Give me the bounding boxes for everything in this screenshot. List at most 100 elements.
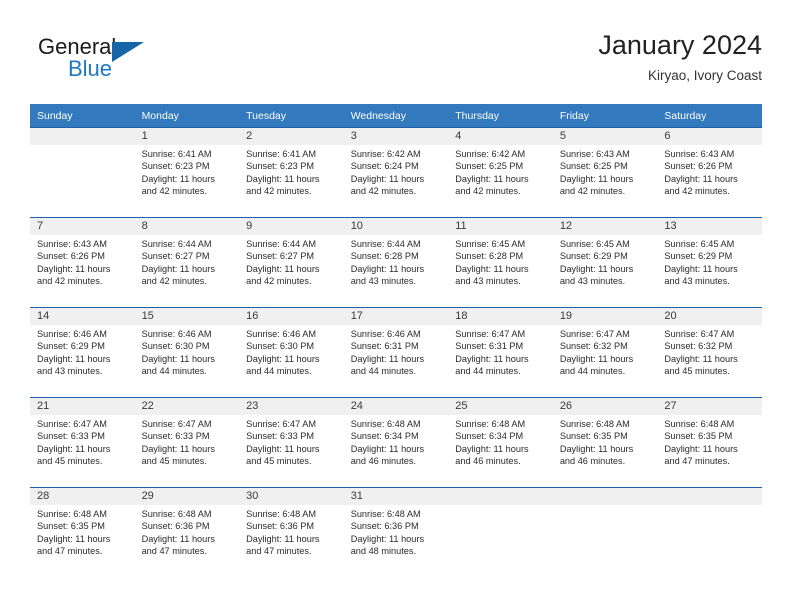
day-cell[interactable]: 16 Sunrise: 6:46 AM Sunset: 6:30 PM Dayligh…	[239, 307, 344, 398]
day-cell[interactable]: 1 Sunrise: 6:41 AM Sunset: 6:23 PM Daylight…	[134, 127, 240, 218]
day-cell[interactable]: 22 Sunrise: 6:47 AM Sunset: 6:33 PM Dayligh…	[134, 397, 240, 488]
sunrise-text: Sunrise: 6:46 AM	[350, 329, 421, 339]
daylight-text-line2: and 45 minutes.	[141, 456, 207, 467]
day-cell[interactable]: 3 Sunrise: 6:42 AM Sunset: 6:24 PM Daylight…	[343, 127, 449, 218]
day-cell[interactable]	[448, 487, 553, 577]
day-number: 26	[552, 398, 658, 415]
day-details: Sunrise: 6:45 AM Sunset: 6:29 PM Daylight:…	[657, 235, 762, 288]
general-blue-logo[interactable]: General Blue	[38, 34, 218, 90]
daylight-text-line2: and 42 minutes.	[246, 186, 312, 197]
sunset-text: Sunset: 6:35 PM	[664, 431, 733, 442]
sunset-text: Sunset: 6:32 PM	[559, 341, 628, 352]
day-cell[interactable]: 12 Sunrise: 6:45 AM Sunset: 6:29 PM Dayligh…	[552, 217, 658, 308]
sunrise-text: Sunrise: 6:44 AM	[350, 239, 421, 249]
day-cell[interactable]: 17 Sunrise: 6:46 AM Sunset: 6:31 PM Dayligh…	[343, 307, 449, 398]
sunset-text: Sunset: 6:36 PM	[246, 521, 315, 532]
day-cell[interactable]: 18 Sunrise: 6:47 AM Sunset: 6:31 PM Dayligh…	[448, 307, 553, 398]
day-cell[interactable]: 9 Sunrise: 6:44 AM Sunset: 6:27 PM Daylight…	[239, 217, 344, 308]
sunrise-text: Sunrise: 6:44 AM	[141, 239, 212, 249]
sunrise-text: Sunrise: 6:48 AM	[455, 419, 526, 429]
day-cell[interactable]: 28 Sunrise: 6:48 AM Sunset: 6:35 PM Dayligh…	[30, 487, 135, 577]
daylight-text-line1: Daylight: 11 hours	[455, 353, 529, 364]
day-number	[30, 128, 135, 145]
logo-text-blue: Blue	[68, 56, 113, 81]
day-number: 1	[134, 128, 240, 145]
day-cell[interactable]	[552, 487, 658, 577]
day-details: Sunrise: 6:42 AM Sunset: 6:25 PM Daylight:…	[448, 145, 553, 198]
daylight-text-line1: Daylight: 11 hours	[664, 353, 738, 364]
day-details: Sunrise: 6:43 AM Sunset: 6:26 PM Daylight:…	[30, 235, 135, 288]
day-details	[553, 505, 658, 508]
sunset-text: Sunset: 6:26 PM	[37, 251, 105, 262]
day-cell[interactable]: 25 Sunrise: 6:48 AM Sunset: 6:34 PM Dayligh…	[448, 397, 553, 488]
day-cell[interactable]: 23 Sunrise: 6:47 AM Sunset: 6:33 PM Dayligh…	[239, 397, 344, 488]
daylight-text-line1: Daylight: 11 hours	[246, 173, 320, 184]
day-number: 21	[30, 398, 135, 415]
sunset-text: Sunset: 6:34 PM	[455, 431, 524, 442]
day-cell[interactable]: 31 Sunrise: 6:48 AM Sunset: 6:36 PM Dayligh…	[343, 487, 449, 577]
day-cell[interactable]: 29 Sunrise: 6:48 AM Sunset: 6:36 PM Dayligh…	[134, 487, 240, 577]
day-number: 19	[552, 308, 658, 325]
daylight-text-line1: Daylight: 11 hours	[141, 533, 215, 544]
day-cell[interactable]: 5 Sunrise: 6:43 AM Sunset: 6:25 PM Daylight…	[552, 127, 658, 218]
day-number: 10	[343, 218, 449, 235]
sunrise-text: Sunrise: 6:45 AM	[455, 239, 526, 249]
day-details	[657, 505, 762, 508]
daylight-text-line2: and 47 minutes.	[246, 546, 312, 557]
day-cell[interactable]: 6 Sunrise: 6:43 AM Sunset: 6:26 PM Daylight…	[657, 127, 762, 218]
sunset-text: Sunset: 6:28 PM	[455, 251, 524, 262]
day-number: 29	[134, 488, 240, 505]
day-cell[interactable]: 13 Sunrise: 6:45 AM Sunset: 6:29 PM Dayligh…	[657, 217, 762, 308]
day-cell[interactable]: 27 Sunrise: 6:48 AM Sunset: 6:35 PM Dayligh…	[657, 397, 762, 488]
day-cell[interactable]: 10 Sunrise: 6:44 AM Sunset: 6:28 PM Dayligh…	[343, 217, 449, 308]
day-cell[interactable]: 15 Sunrise: 6:46 AM Sunset: 6:30 PM Dayligh…	[134, 307, 240, 398]
sunrise-text: Sunrise: 6:45 AM	[664, 239, 735, 249]
daylight-text-line2: and 43 minutes.	[559, 276, 626, 287]
day-cell[interactable]: 20 Sunrise: 6:47 AM Sunset: 6:32 PM Dayligh…	[657, 307, 762, 398]
day-details: Sunrise: 6:48 AM Sunset: 6:36 PM Daylight:…	[239, 505, 344, 558]
day-number: 11	[448, 218, 553, 235]
daylight-text-line2: and 45 minutes.	[664, 366, 730, 377]
sunset-text: Sunset: 6:36 PM	[141, 521, 210, 532]
daylight-text-line1: Daylight: 11 hours	[559, 443, 634, 454]
day-cell[interactable]: 30 Sunrise: 6:48 AM Sunset: 6:36 PM Dayligh…	[239, 487, 344, 577]
daylight-text-line1: Daylight: 11 hours	[246, 353, 320, 364]
day-cell[interactable]	[657, 487, 762, 577]
day-cell[interactable]: 21 Sunrise: 6:47 AM Sunset: 6:33 PM Dayligh…	[30, 397, 135, 488]
day-cell[interactable]: 8 Sunrise: 6:44 AM Sunset: 6:27 PM Daylight…	[134, 217, 240, 308]
day-details: Sunrise: 6:47 AM Sunset: 6:33 PM Daylight:…	[239, 415, 344, 468]
day-cell[interactable]: 2 Sunrise: 6:41 AM Sunset: 6:23 PM Daylight…	[239, 127, 344, 218]
day-details: Sunrise: 6:48 AM Sunset: 6:36 PM Daylight:…	[135, 505, 240, 558]
day-number: 31	[343, 488, 449, 505]
sunset-text: Sunset: 6:32 PM	[664, 341, 733, 352]
day-details: Sunrise: 6:44 AM Sunset: 6:28 PM Daylight:…	[344, 235, 449, 288]
day-cell[interactable]: 7 Sunrise: 6:43 AM Sunset: 6:26 PM Daylight…	[30, 217, 135, 308]
day-number	[657, 488, 762, 505]
day-cell[interactable]	[30, 127, 135, 218]
daylight-text-line1: Daylight: 11 hours	[455, 173, 529, 184]
daylight-text-line2: and 44 minutes.	[246, 366, 312, 377]
calendar-body: 1 Sunrise: 6:41 AM Sunset: 6:23 PM Daylight…	[30, 127, 762, 577]
calendar-table: Sunday Monday Tuesday Wednesday Thursday…	[30, 104, 762, 577]
daylight-text-line1: Daylight: 11 hours	[141, 173, 215, 184]
daylight-text-line2: and 43 minutes.	[350, 276, 417, 287]
day-number: 22	[134, 398, 240, 415]
day-cell[interactable]: 26 Sunrise: 6:48 AM Sunset: 6:35 PM Dayligh…	[552, 397, 658, 488]
day-number: 5	[552, 128, 658, 145]
day-cell[interactable]: 4 Sunrise: 6:42 AM Sunset: 6:25 PM Daylight…	[448, 127, 553, 218]
daylight-text-line2: and 46 minutes.	[350, 456, 417, 467]
page-header: General Blue January 2024 Kiryao, Ivory …	[30, 28, 762, 90]
sunrise-text: Sunrise: 6:43 AM	[664, 149, 735, 159]
sunrise-text: Sunrise: 6:48 AM	[141, 509, 212, 519]
day-cell[interactable]: 24 Sunrise: 6:48 AM Sunset: 6:34 PM Dayligh…	[343, 397, 449, 488]
day-cell[interactable]: 11 Sunrise: 6:45 AM Sunset: 6:28 PM Dayligh…	[448, 217, 553, 308]
daylight-text-line2: and 47 minutes.	[37, 546, 103, 557]
day-details: Sunrise: 6:46 AM Sunset: 6:31 PM Daylight:…	[344, 325, 449, 378]
day-cell[interactable]: 14 Sunrise: 6:46 AM Sunset: 6:29 PM Dayligh…	[30, 307, 135, 398]
sunset-text: Sunset: 6:30 PM	[141, 341, 210, 352]
daylight-text-line2: and 46 minutes.	[559, 456, 626, 467]
day-cell[interactable]: 19 Sunrise: 6:47 AM Sunset: 6:32 PM Dayligh…	[552, 307, 658, 398]
daylight-text-line2: and 42 minutes.	[664, 186, 730, 197]
day-number	[552, 488, 658, 505]
daylight-text-line2: and 45 minutes.	[246, 456, 312, 467]
